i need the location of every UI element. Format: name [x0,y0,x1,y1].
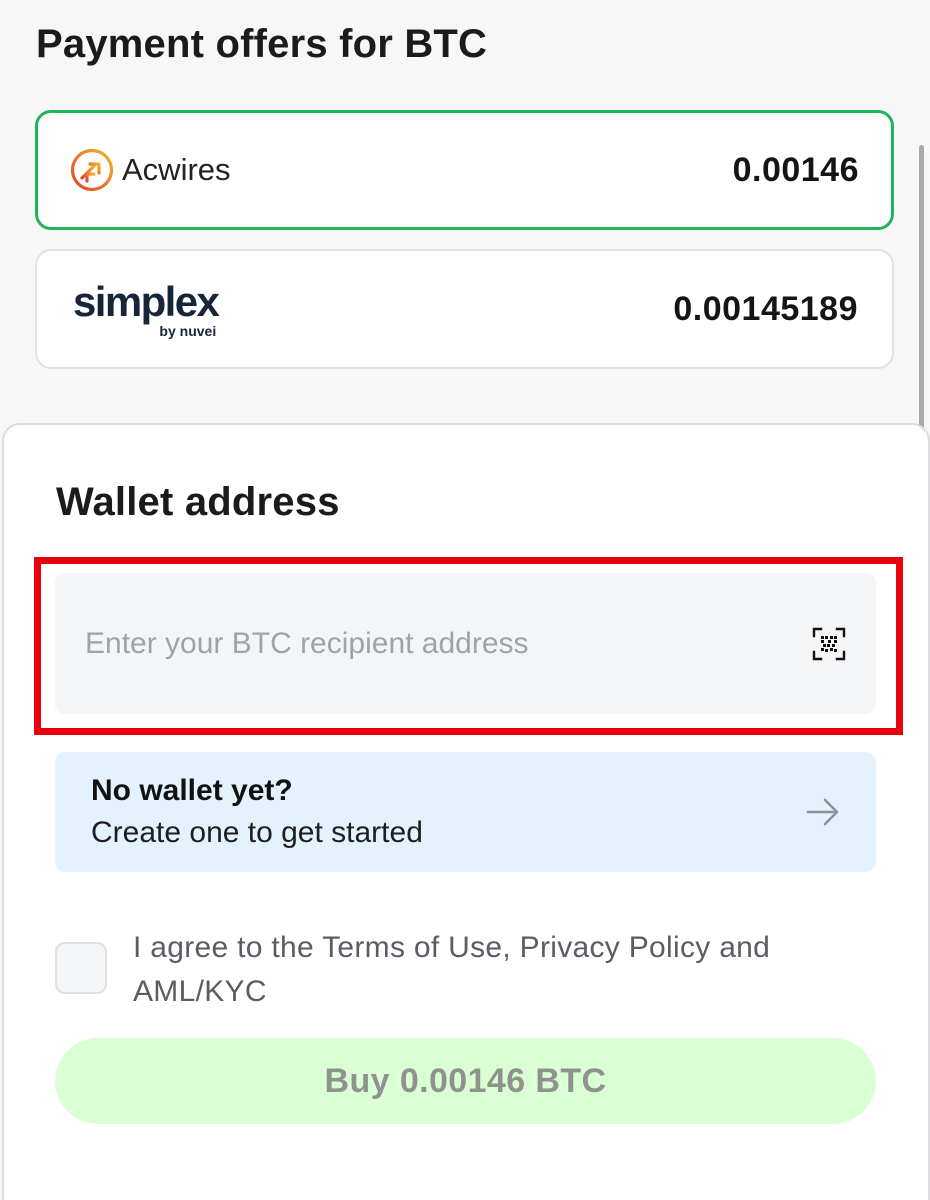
simplex-logo: simplex by nuvei [73,277,220,339]
offer-amount: 0.00145189 [673,289,858,328]
arrow-right-icon [806,798,839,826]
acwires-logo-icon [70,148,114,192]
promo-title: No wallet yet? [91,774,293,807]
create-wallet-banner[interactable]: No wallet yet? Create one to get started [55,752,876,872]
provider-acwires: Acwires [70,148,231,192]
wallet-address-field[interactable] [55,573,876,714]
offer-card-acwires[interactable]: Acwires 0.00146 [35,110,894,230]
provider-name: Acwires [122,152,231,187]
offer-card-simplex[interactable]: simplex by nuvei 0.00145189 [35,249,894,369]
promo-subtitle: Create one to get started [91,816,423,849]
buy-button[interactable]: Buy 0.00146 BTC [55,1038,876,1124]
simplex-wordmark: simplex [73,277,220,325]
offer-amount: 0.00146 [732,150,859,189]
wallet-address-input[interactable] [85,626,802,661]
qr-scan-icon[interactable] [812,627,846,661]
page-title: Payment offers for BTC [36,22,488,66]
wallet-section-title: Wallet address [56,480,340,524]
terms-checkbox[interactable] [55,942,107,994]
terms-label: I agree to the Terms of Use, Privacy Pol… [133,931,771,1008]
simplex-byline: by nuvei [159,322,217,339]
